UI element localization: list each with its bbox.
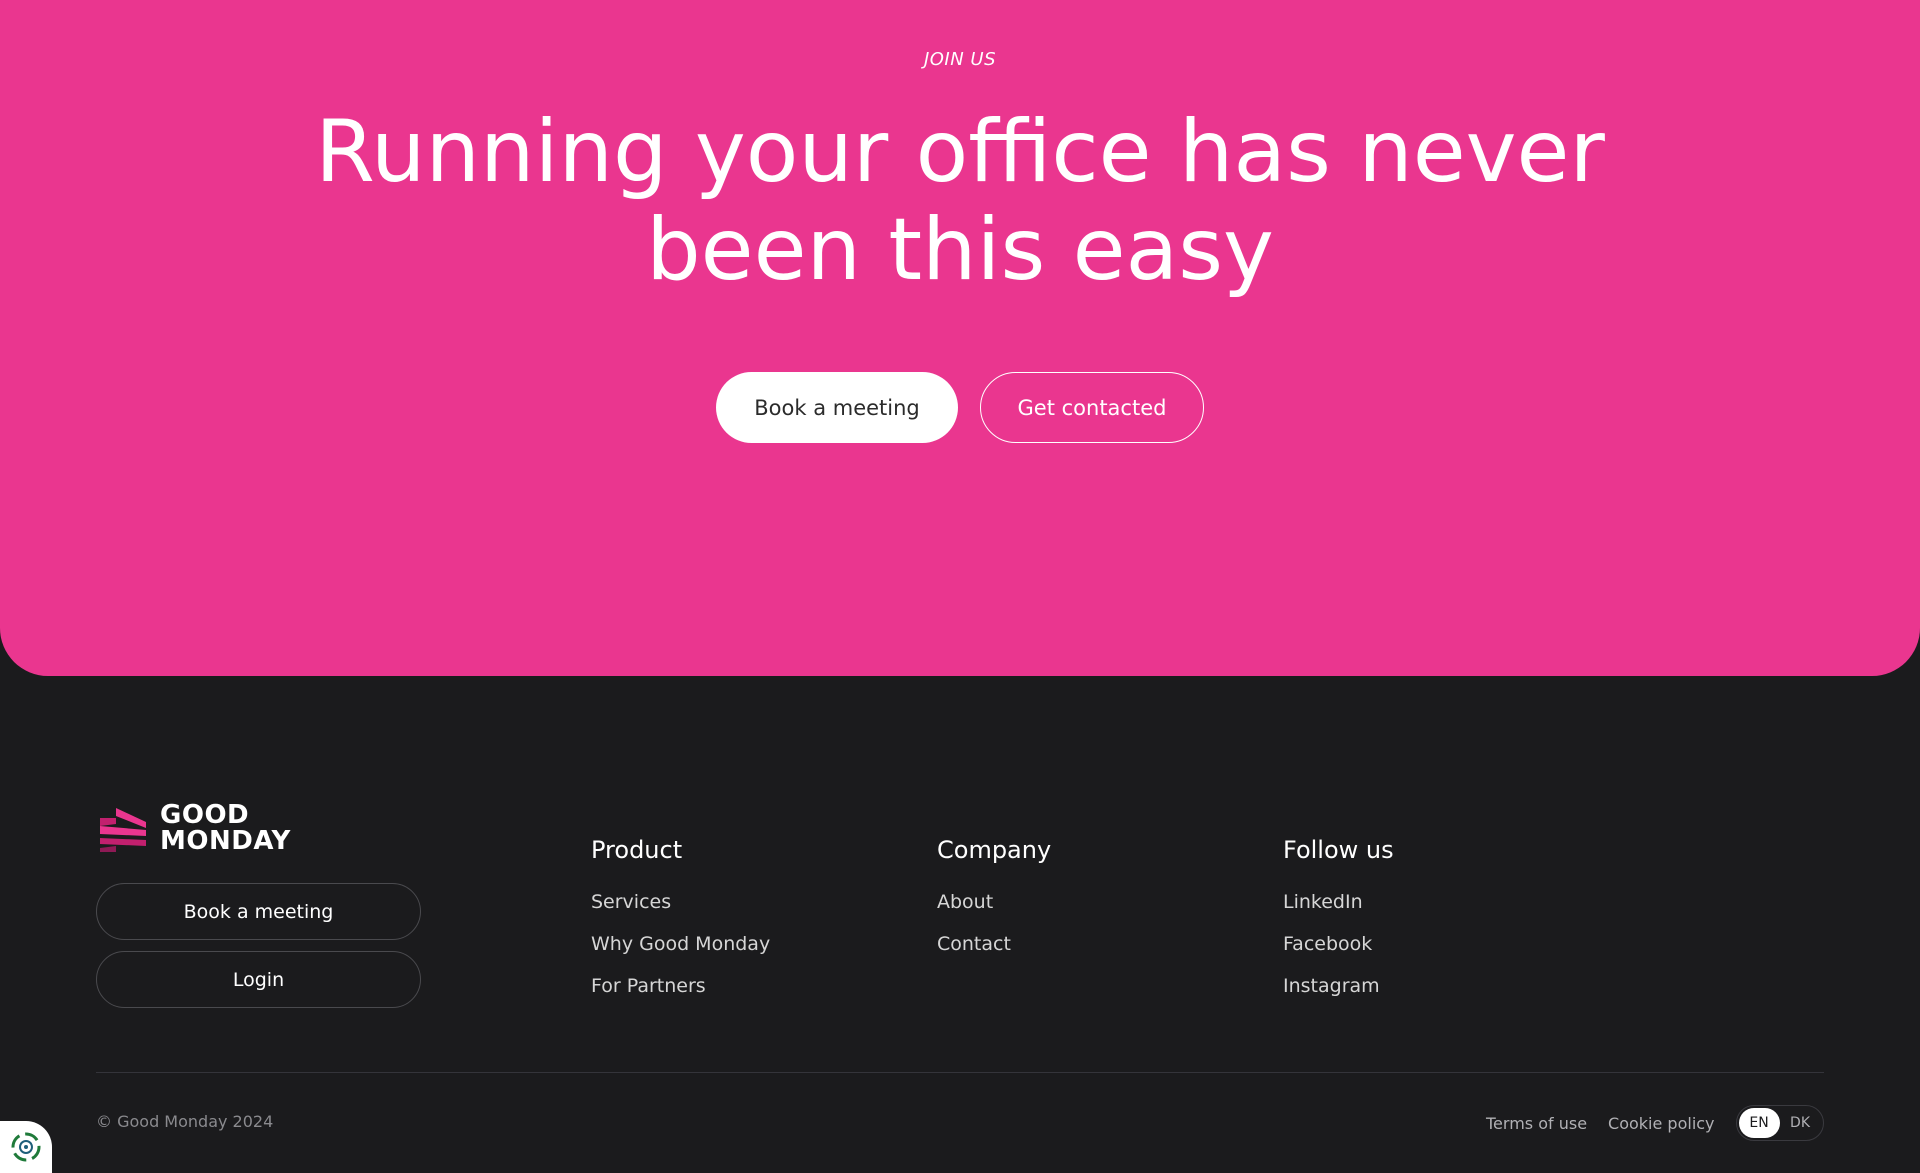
hero-section: JOIN US Running your office has never be… — [0, 0, 1920, 676]
footer-legal: Terms of use Cookie policy EN DK — [1486, 1105, 1824, 1141]
footer-link-facebook[interactable]: Facebook — [1283, 930, 1394, 972]
hero-eyebrow: JOIN US — [923, 49, 997, 70]
copyright-text: © Good Monday 2024 — [96, 1112, 274, 1131]
footer: GOOD MONDAY Book a meeting Login Product… — [0, 676, 1920, 1173]
footer-divider — [96, 1072, 1824, 1073]
logo-line-2: MONDAY — [160, 826, 291, 856]
footer-column-product: Product Services Why Good Monday For Par… — [591, 836, 770, 1014]
terms-of-use-link[interactable]: Terms of use — [1486, 1114, 1587, 1133]
language-option-en[interactable]: EN — [1738, 1108, 1780, 1138]
footer-column-heading: Product — [591, 836, 683, 864]
cookie-settings-icon — [11, 1132, 41, 1162]
hero-book-meeting-button[interactable]: Book a meeting — [716, 372, 958, 443]
footer-link-instagram[interactable]: Instagram — [1283, 972, 1394, 1014]
footer-link-for-partners[interactable]: For Partners — [591, 972, 770, 1014]
logo-wordmark: GOOD MONDAY — [160, 802, 291, 854]
footer-logo[interactable]: GOOD MONDAY — [96, 802, 291, 854]
footer-login-button[interactable]: Login — [96, 951, 421, 1008]
footer-link-about[interactable]: About — [937, 888, 1051, 930]
footer-link-why-good-monday[interactable]: Why Good Monday — [591, 930, 770, 972]
logo-line-1: GOOD — [160, 800, 250, 830]
cookie-policy-link[interactable]: Cookie policy — [1608, 1114, 1715, 1133]
good-monday-logo-icon — [100, 808, 146, 852]
language-switcher: EN DK — [1735, 1105, 1824, 1141]
language-option-dk[interactable]: DK — [1780, 1108, 1821, 1138]
footer-column-heading: Company — [937, 836, 1052, 864]
footer-column-heading: Follow us — [1283, 836, 1394, 864]
hero-get-contacted-button[interactable]: Get contacted — [980, 372, 1204, 443]
hero-headline: Running your office has never been this … — [315, 102, 1605, 300]
footer-book-meeting-button[interactable]: Book a meeting — [96, 883, 421, 940]
footer-column-company: Company About Contact — [937, 836, 1051, 972]
footer-link-linkedin[interactable]: LinkedIn — [1283, 888, 1394, 930]
footer-column-follow-us: Follow us LinkedIn Facebook Instagram — [1283, 836, 1394, 1014]
cookie-settings-button[interactable] — [0, 1121, 52, 1173]
footer-link-services[interactable]: Services — [591, 888, 770, 930]
footer-link-contact[interactable]: Contact — [937, 930, 1051, 972]
hero-buttons: Book a meeting Get contacted — [0, 372, 1920, 443]
